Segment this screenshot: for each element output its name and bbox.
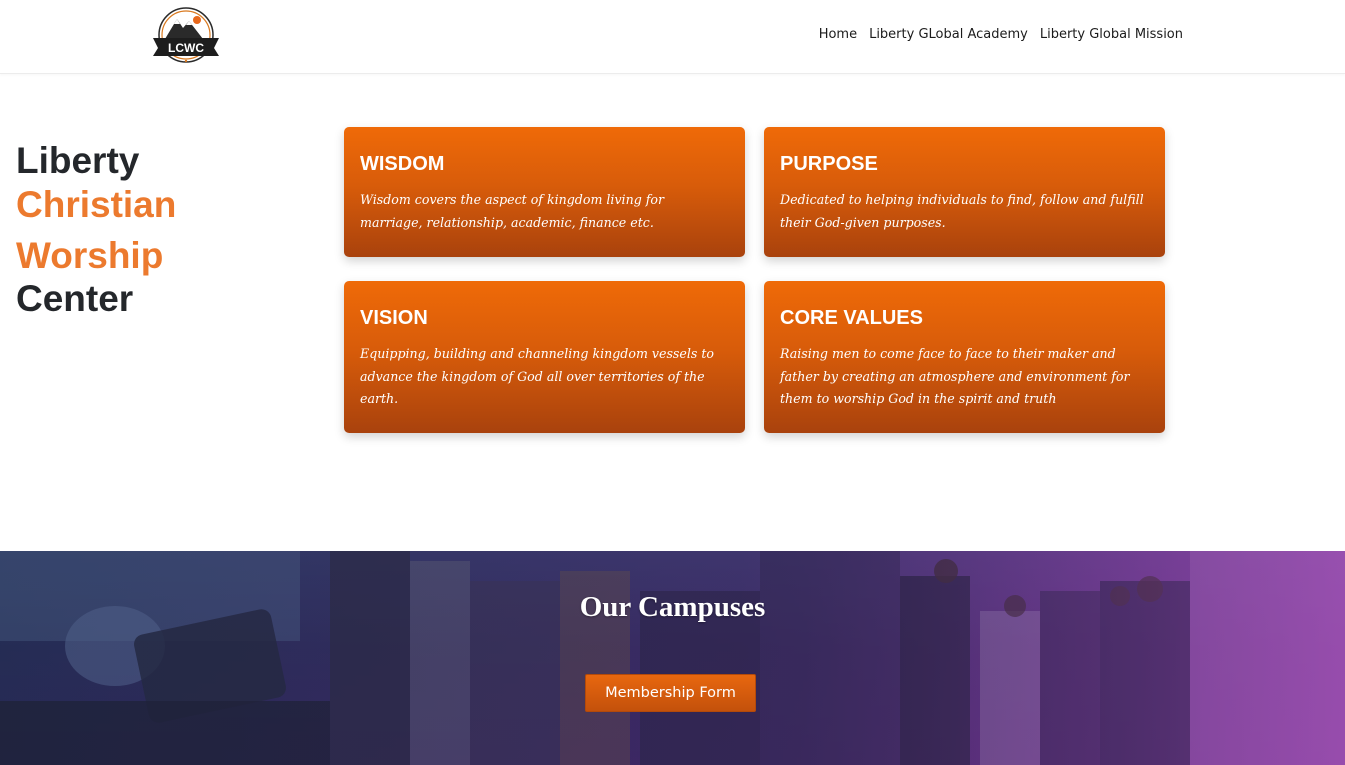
campuses-title: Our Campuses [579,591,766,623]
worship-photo-background [0,551,1345,765]
brand-line-center: Center [16,278,134,319]
brand-line-liberty: Liberty [16,140,140,181]
card-title: VISION [360,307,428,329]
card-core-values: CORE VALUES Raising men to come face to … [764,281,1165,433]
card-text: Raising men to come face to face to thei… [780,346,1130,406]
nav-liberty-global-mission[interactable]: Liberty Global Mission [1040,27,1183,42]
nav-liberty-global-academy[interactable]: Liberty GLobal Academy [869,27,1028,42]
site-header: LCWC Home Liberty GLobal Academy Liberty… [0,0,1345,74]
card-title: WISDOM [360,153,445,175]
card-title: PURPOSE [780,153,878,175]
church-name-heading: Liberty Christian Worship Center [16,140,316,319]
membership-form-button[interactable]: Membership Form [585,674,756,712]
brand-line-worship: Worship [16,235,164,276]
card-vision: VISION Equipping, building and channelin… [344,281,745,433]
logo-text: LCWC [168,41,204,55]
nav-home[interactable]: Home [819,27,857,42]
card-wisdom: WISDOM Wisdom covers the aspect of kingd… [344,127,745,257]
card-text: Wisdom covers the aspect of kingdom livi… [360,192,665,230]
campuses-section: Our Campuses Membership Form [0,551,1345,765]
card-text: Dedicated to helping individuals to find… [780,192,1144,230]
card-title: CORE VALUES [780,307,923,329]
site-logo[interactable]: LCWC [151,6,221,64]
card-text: Equipping, building and channeling kingd… [360,346,714,406]
main-nav: Home Liberty GLobal Academy Liberty Glob… [807,27,1183,42]
logo-emblem-icon: LCWC [153,7,219,63]
brand-line-christian: Christian [16,184,177,225]
card-purpose: PURPOSE Dedicated to helping individuals… [764,127,1165,257]
